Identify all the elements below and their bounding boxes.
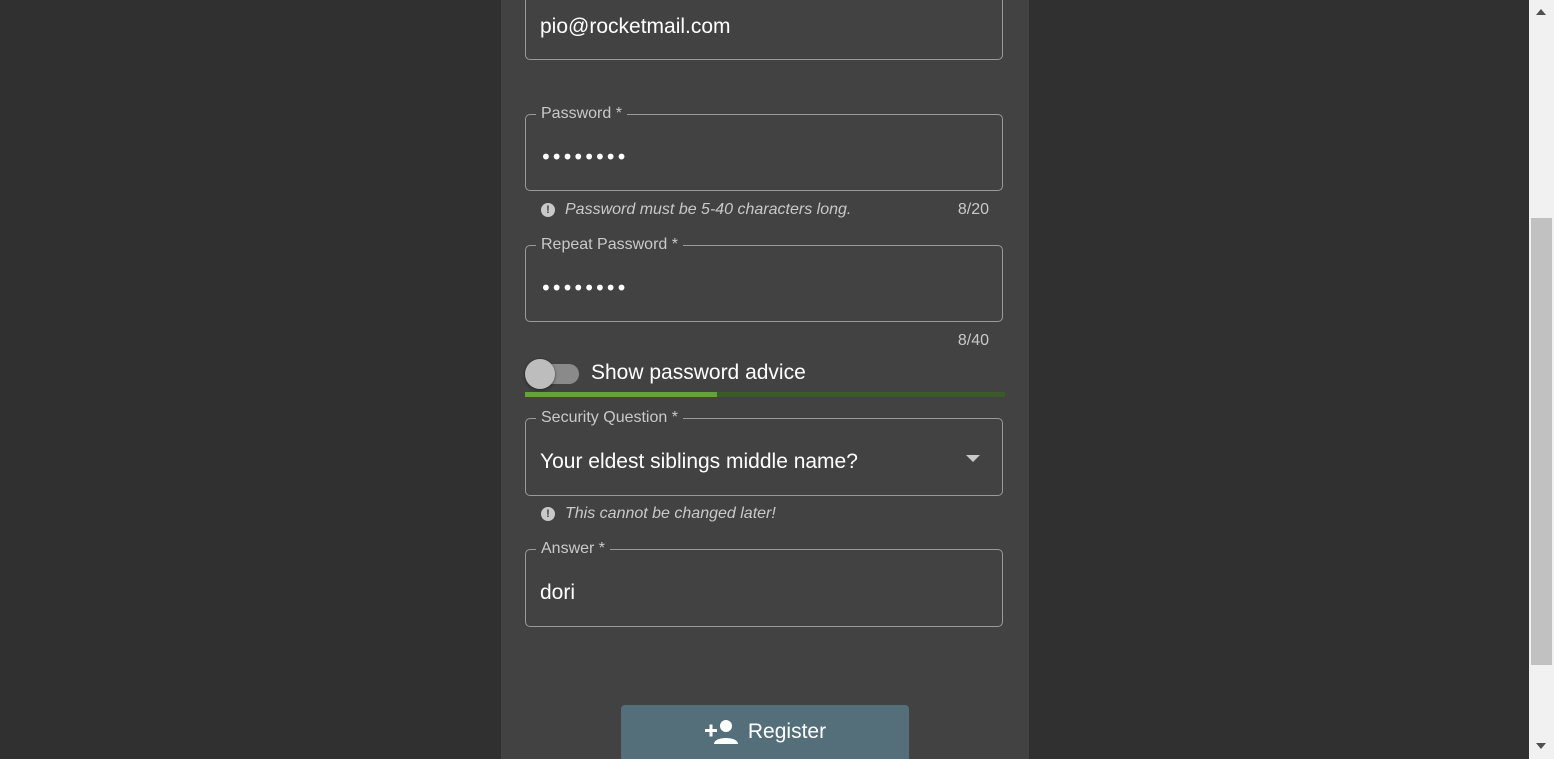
email-field[interactable]: pio@rocketmail.com [525,0,1003,60]
answer-value: dori [540,581,576,604]
security-question-value: Your eldest siblings middle name? [540,450,858,473]
alert-circle-icon: ! [541,507,555,521]
register-button[interactable]: Register [621,705,909,759]
security-question-label: Security Question * [536,409,683,427]
scrollbar-thumb[interactable] [1531,218,1552,665]
repeat-password-label: Repeat Password * [536,236,683,254]
scroll-down-arrow-icon[interactable] [1536,743,1546,749]
password-strength-fill [525,392,717,397]
alert-circle-icon: ! [541,203,555,217]
password-field[interactable]: Password * •••••••• [525,105,1003,191]
security-question-hint-text: This cannot be changed later! [565,505,776,522]
security-question-hint: ! This cannot be changed later! [541,505,776,523]
answer-field[interactable]: Answer * dori [525,540,1003,627]
register-button-label: Register [747,720,827,743]
password-label: Password * [536,105,627,123]
password-value: •••••••• [540,145,627,169]
registration-card: pio@rocketmail.com Password * •••••••• !… [501,0,1029,759]
page-scrollbar[interactable] [1529,0,1554,759]
security-question-select[interactable]: Security Question * Your eldest siblings… [525,409,1003,496]
scroll-up-arrow-icon[interactable] [1536,9,1546,15]
password-advice-label: Show password advice [591,361,806,384]
password-hint: ! Password must be 5-40 characters long. [541,201,851,219]
password-strength-meter [525,392,1005,397]
password-char-counter: 8/20 [957,201,989,218]
password-hint-text: Password must be 5-40 characters long. [565,201,852,218]
email-value: pio@rocketmail.com [540,15,731,38]
password-advice-toggle[interactable] [525,359,555,389]
person-add-icon [704,720,738,744]
repeat-password-char-counter: 8/40 [957,332,989,349]
repeat-password-field[interactable]: Repeat Password * •••••••• [525,236,1003,322]
answer-label: Answer * [536,540,611,558]
repeat-password-value: •••••••• [540,276,627,300]
dropdown-arrow-icon [966,455,980,462]
